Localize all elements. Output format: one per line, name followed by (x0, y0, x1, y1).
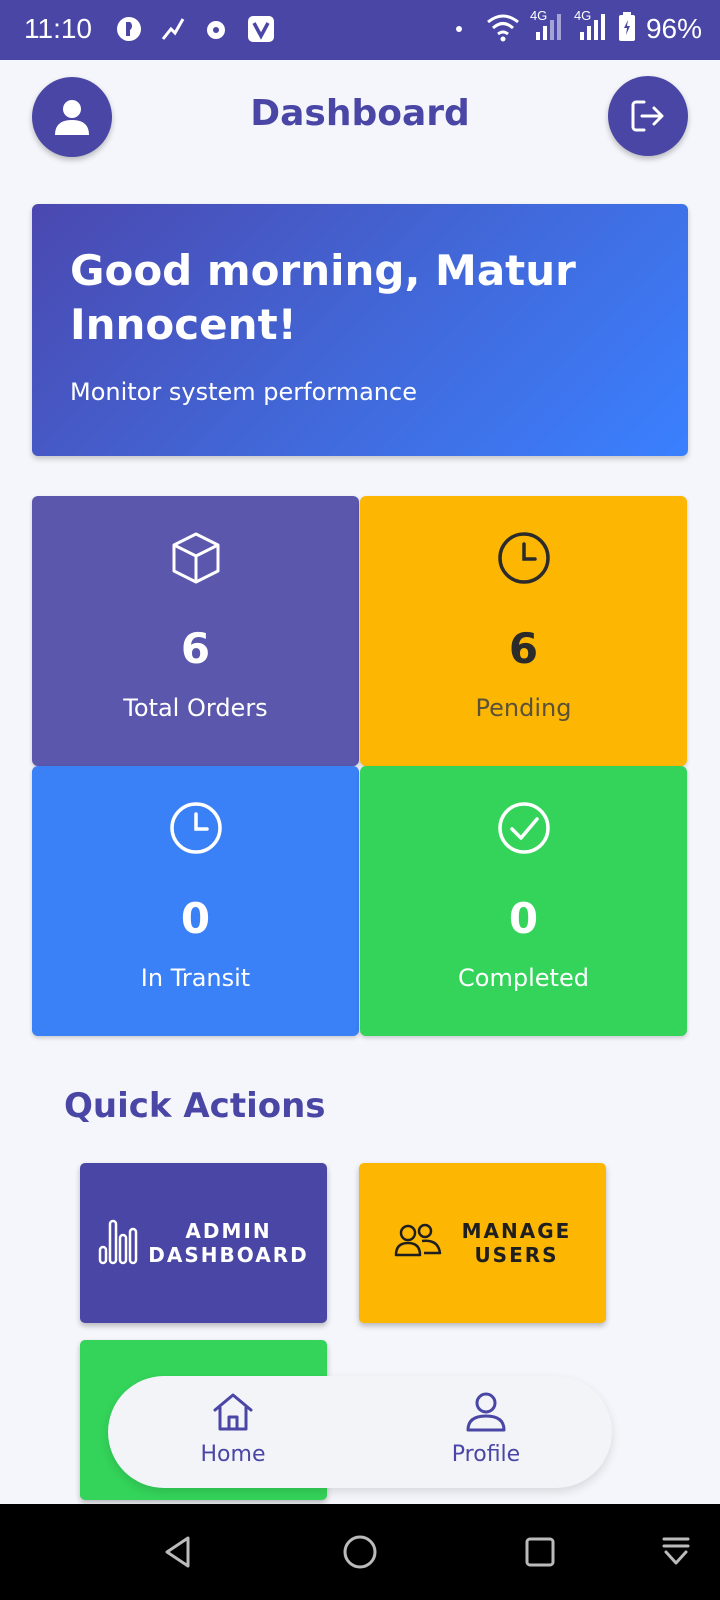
status-time: 11:10 (24, 13, 92, 44)
keyboard-hide-button[interactable] (656, 1532, 696, 1572)
stat-total-orders[interactable]: 6 Total Orders (32, 496, 359, 766)
logout-button[interactable] (608, 76, 688, 156)
stat-value: 6 (508, 624, 539, 673)
label-line-1: MANAGE (461, 1219, 572, 1243)
system-navigation-bar (0, 1504, 720, 1600)
stat-value: 0 (508, 894, 539, 943)
signal-icon-2: 4G (574, 8, 608, 46)
stat-completed[interactable]: 0 Completed (360, 766, 687, 1036)
box-icon (32, 530, 359, 586)
stat-label: Completed (458, 964, 589, 992)
activity-icon (158, 14, 188, 44)
v-app-icon (246, 14, 276, 44)
stat-label: Pending (475, 694, 572, 722)
home-circle-icon (343, 1535, 377, 1569)
status-bar: 11:10 4G 4G 96% (0, 0, 720, 60)
admin-dashboard-label: ADMIN DASHBOARD (148, 1219, 308, 1267)
dot-icon (455, 26, 462, 32)
music-icon (202, 14, 232, 44)
battery-percent: 96% (645, 13, 702, 44)
bottom-navigation: Home Profile (108, 1376, 612, 1488)
network-type-2: 4G (573, 8, 592, 23)
wifi-icon (486, 12, 520, 46)
back-button[interactable] (158, 1532, 198, 1572)
stat-value: 0 (180, 894, 211, 943)
nav-profile[interactable]: Profile (426, 1390, 546, 1467)
signal-icon-1: 4G (530, 8, 564, 46)
network-type-1: 4G (529, 8, 548, 23)
app-header: Dashboard (0, 60, 720, 172)
stat-pending[interactable]: 6 Pending (360, 496, 687, 766)
quick-actions-title: Quick Actions (64, 1086, 326, 1126)
download-arrow-icon (662, 1537, 690, 1565)
greeting-title: Good morning, Matur Innocent! (70, 246, 576, 349)
back-triangle-icon (165, 1536, 190, 1568)
home-icon (213, 1393, 253, 1431)
manage-users-button[interactable]: MANAGE USERS (359, 1163, 606, 1323)
battery-icon (618, 12, 636, 46)
clock-icon (360, 530, 687, 586)
nav-home[interactable]: Home (173, 1390, 293, 1467)
stat-value: 6 (180, 624, 211, 673)
admin-dashboard-button[interactable]: ADMIN DASHBOARD (80, 1163, 327, 1323)
users-icon (394, 1221, 442, 1265)
stat-label: In Transit (140, 964, 251, 992)
status-right: 4G 4G 96% (455, 8, 702, 46)
recents-button[interactable] (520, 1532, 560, 1572)
check-circle-icon (360, 800, 687, 856)
nav-profile-label: Profile (451, 1442, 521, 1467)
notification-icons (114, 14, 276, 44)
nav-home-label: Home (200, 1442, 266, 1467)
logout-icon (631, 100, 664, 132)
label-line-1: ADMIN (185, 1219, 272, 1243)
stat-label: Total Orders (123, 694, 268, 722)
greeting-subtitle: Monitor system performance (70, 378, 417, 406)
user-icon (466, 1392, 506, 1432)
manage-users-label: MANAGE USERS (462, 1219, 572, 1267)
app-notification-icon (114, 14, 144, 44)
label-line-2: USERS (474, 1243, 559, 1267)
label-line-2: DASHBOARD (148, 1243, 309, 1267)
home-system-button[interactable] (340, 1532, 380, 1572)
clock-icon (32, 800, 359, 856)
greeting-card: Good morning, Matur Innocent! Monitor sy… (32, 204, 688, 456)
bar-chart-icon (98, 1217, 142, 1269)
recents-square-icon (525, 1537, 555, 1567)
stat-in-transit[interactable]: 0 In Transit (32, 766, 359, 1036)
